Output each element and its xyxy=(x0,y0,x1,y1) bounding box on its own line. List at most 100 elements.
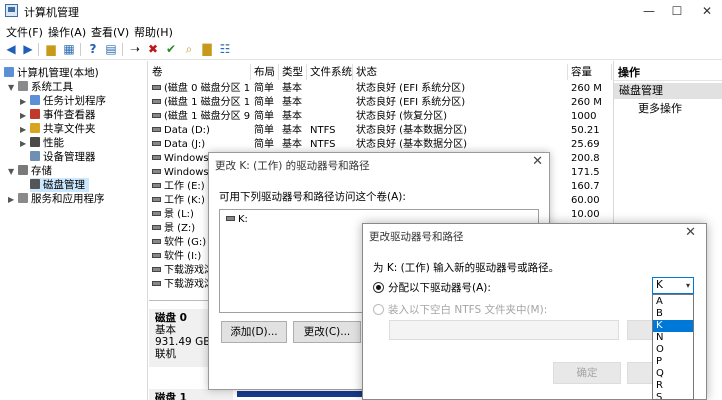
tree-label: 系统工具 xyxy=(31,81,73,93)
delete-icon[interactable]: ✖ xyxy=(146,42,160,56)
table-row[interactable]: Data (D:) 简单 基本 NTFS 状态良好 (基本数据分区) 50.21 xyxy=(149,124,612,138)
dropdown-option[interactable]: Q xyxy=(653,368,693,380)
toolbar-separator xyxy=(80,43,81,56)
volume-icon xyxy=(152,281,161,286)
dropdown-option[interactable]: R xyxy=(653,380,693,392)
disk-1-label[interactable]: 磁盘 1 xyxy=(149,389,233,400)
cell-status: 状态良好 (恢复分区) xyxy=(356,110,566,124)
drive-letter-dropdown[interactable]: ABKNOPQRS xyxy=(652,294,694,400)
connect-icon[interactable]: ➝ xyxy=(128,42,142,56)
dropdown-option[interactable]: O xyxy=(653,344,693,356)
dropdown-option[interactable]: A xyxy=(653,296,693,308)
menu-action[interactable]: 操作(A) xyxy=(48,24,86,40)
change-path-button[interactable]: 更改(C)... xyxy=(293,321,361,343)
dropdown-option[interactable]: P xyxy=(653,356,693,368)
chevron-right-icon[interactable]: ▶ xyxy=(8,193,18,207)
tree-item-disk-management[interactable]: 磁盘管理 xyxy=(30,178,89,192)
table-row[interactable]: (磁盘 1 磁盘分区 9) 简单 基本 状态良好 (恢复分区) 1000 xyxy=(149,110,612,124)
properties-icon[interactable]: ▤ xyxy=(104,42,118,56)
tree-item-task-scheduler[interactable]: ▶ 任务计划程序 xyxy=(20,94,106,108)
path-entry[interactable]: K: xyxy=(226,214,248,225)
list-view-icon[interactable]: ☷ xyxy=(218,42,232,56)
close-button[interactable]: ✕ xyxy=(692,0,722,22)
tools-icon xyxy=(18,81,28,91)
cell-layout: 简单 xyxy=(254,124,280,138)
tree-label: 性能 xyxy=(43,137,64,149)
tree-item-root[interactable]: 计算机管理(本地) xyxy=(4,66,99,80)
table-row[interactable]: Data (J:) 简单 基本 NTFS 状态良好 (基本数据分区) 25.69 xyxy=(149,138,612,152)
cell-text: 状态良好 (EFI 系统分区) xyxy=(356,83,466,94)
dialog-close-button[interactable]: ✕ xyxy=(532,154,543,169)
menu-file[interactable]: 文件(F) xyxy=(6,24,43,40)
volume-icon xyxy=(152,267,161,272)
cell-text: 10.00 xyxy=(571,209,600,220)
dropdown-option[interactable]: B xyxy=(653,308,693,320)
tree-item-shared-folders[interactable]: ▶ 共享文件夹 xyxy=(20,122,96,136)
dropdown-option[interactable]: K xyxy=(653,320,693,332)
cell-text: 50.21 xyxy=(571,125,600,136)
dialog-close-button[interactable]: ✕ xyxy=(685,225,696,240)
tree-label: 任务计划程序 xyxy=(43,95,106,107)
folder-path-input[interactable] xyxy=(389,320,619,340)
up-folder-icon[interactable]: ▆ xyxy=(44,42,58,56)
toolbar: ◀ ▶ ▆ ▦ ? ▤ ➝ ✖ ✔ ⌕ ▇ ☷ xyxy=(0,40,722,60)
menu-help[interactable]: 帮助(H) xyxy=(134,24,173,40)
actions-section-disk-management[interactable]: 磁盘管理 xyxy=(614,83,722,99)
radio-assign-letter[interactable] xyxy=(373,282,384,293)
tree-item-services[interactable]: ▶ 服务和应用程序 xyxy=(8,192,105,206)
cell-text: NTFS xyxy=(310,125,336,136)
chevron-down-icon[interactable]: ▼ xyxy=(8,165,18,179)
back-arrow-icon[interactable]: ◀ xyxy=(4,42,18,56)
chevron-right-icon[interactable]: ▶ xyxy=(20,109,30,123)
column-header-status[interactable]: 状态 xyxy=(353,64,568,80)
column-header-volume[interactable]: 卷 xyxy=(149,64,251,80)
maximize-button[interactable]: ☐ xyxy=(662,0,692,22)
dropdown-option[interactable]: S xyxy=(653,392,693,399)
tree-item-performance[interactable]: ▶ 性能 xyxy=(20,136,64,150)
performance-icon xyxy=(30,137,40,147)
cell-status: 状态良好 (基本数据分区) xyxy=(356,138,566,152)
cell-status: 状态良好 (EFI 系统分区) xyxy=(356,96,566,110)
dialog-instruction: 为 K: (工作) 输入新的驱动器号或路径。 xyxy=(373,262,560,274)
minimize-button[interactable]: — xyxy=(634,0,664,22)
show-hide-tree-icon[interactable]: ▦ xyxy=(62,42,76,56)
table-row[interactable]: (磁盘 1 磁盘分区 1) 简单 基本 状态良好 (EFI 系统分区) 260 M xyxy=(149,96,612,110)
volume-icon xyxy=(152,239,161,244)
checklist-icon[interactable]: ✔ xyxy=(164,42,178,56)
folder-icon[interactable]: ▇ xyxy=(200,42,214,56)
chevron-right-icon[interactable]: ▶ xyxy=(20,137,30,151)
chevron-down-icon: ▾ xyxy=(685,281,690,290)
drive-letter-select[interactable]: K ▾ xyxy=(652,277,694,294)
cell-text: 260 M xyxy=(571,97,602,108)
cell-text: (磁盘 0 磁盘分区 1) xyxy=(164,83,251,94)
chevron-right-icon[interactable]: ▶ xyxy=(20,123,30,137)
menu-view[interactable]: 查看(V) xyxy=(91,24,129,40)
chevron-right-icon[interactable]: ▶ xyxy=(20,95,30,109)
column-header-layout[interactable]: 布局 xyxy=(251,64,279,80)
radio-mount-folder[interactable] xyxy=(373,304,384,315)
dropdown-option[interactable]: N xyxy=(653,332,693,344)
cell-capacity: 50.21 xyxy=(571,124,611,138)
tree-item-storage[interactable]: ▼ 存储 xyxy=(8,164,52,178)
ok-button[interactable]: 确定 xyxy=(553,362,621,384)
help-icon[interactable]: ? xyxy=(86,42,100,56)
tree-item-event-viewer[interactable]: ▶ 事件查看器 xyxy=(20,108,96,122)
more-actions-link[interactable]: 更多操作 xyxy=(638,102,682,116)
add-path-button[interactable]: 添加(D)... xyxy=(221,321,287,343)
forward-arrow-icon[interactable]: ▶ xyxy=(21,42,35,56)
cell-capacity: 25.69 xyxy=(571,138,611,152)
assign-letter-option[interactable]: 分配以下驱动器号(A): xyxy=(373,280,491,295)
chevron-down-icon[interactable]: ▼ xyxy=(8,81,18,95)
column-header-type[interactable]: 类型 xyxy=(279,64,307,80)
mount-folder-option[interactable]: 装入以下空白 NTFS 文件夹中(M): xyxy=(373,302,547,317)
cell-text: (磁盘 1 磁盘分区 9) xyxy=(164,111,251,122)
tree-item-system-tools[interactable]: ▼ 系统工具 xyxy=(8,80,73,94)
cell-fs: NTFS xyxy=(310,124,354,138)
tree-label: 共享文件夹 xyxy=(43,123,96,135)
column-header-filesystem[interactable]: 文件系统 xyxy=(307,64,353,80)
tree-item-device-manager[interactable]: 设备管理器 xyxy=(30,150,96,164)
search-folder-icon[interactable]: ⌕ xyxy=(182,42,196,56)
cell-text: 软件 (G:) xyxy=(164,237,207,248)
table-row[interactable]: (磁盘 0 磁盘分区 1) 简单 基本 状态良好 (EFI 系统分区) 260 M xyxy=(149,82,612,96)
column-header-capacity[interactable]: 容量 xyxy=(568,64,612,80)
